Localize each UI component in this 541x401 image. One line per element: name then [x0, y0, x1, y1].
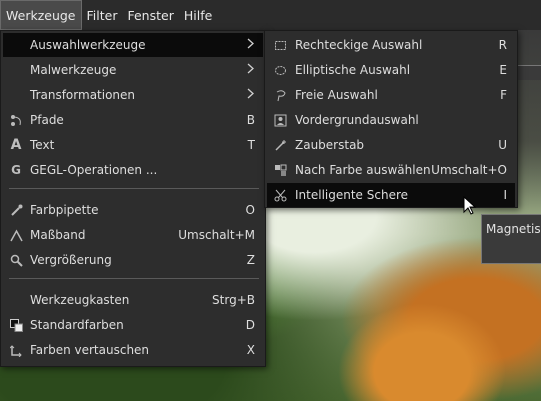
- submenu-item-label: Nach Farbe auswählen: [295, 163, 431, 177]
- werkzeuge-menu: Auswahlwerkzeuge Malwerkzeuge Transforma…: [0, 30, 266, 367]
- shortcut: O: [245, 203, 255, 217]
- default-colors-icon: [9, 318, 23, 332]
- menu-item-label: Vergrößerung: [30, 253, 112, 267]
- auswahlwerkzeuge-submenu: Rechteckige Auswahl R Elliptische Auswah…: [264, 30, 518, 208]
- menu-item-label: Transformationen: [30, 88, 136, 102]
- select-by-color-icon: [273, 163, 287, 177]
- menu-filter[interactable]: Filter: [82, 0, 123, 30]
- menu-item-label: Auswahlwerkzeuge: [30, 38, 146, 52]
- scissors-icon: [273, 188, 287, 202]
- tooltip: Magnetisc: [481, 214, 541, 264]
- gegl-icon: G: [11, 163, 21, 177]
- menu-item-werkzeugkasten[interactable]: Werkzeugkasten Strg+B: [3, 288, 263, 312]
- shortcut: E: [499, 63, 507, 77]
- text-icon: A: [10, 137, 22, 153]
- shortcut: Strg+B: [212, 293, 255, 307]
- menu-item-label: Pfade: [30, 113, 64, 127]
- submenu-item-label: Zauberstab: [295, 138, 365, 152]
- menubar: Werkzeuge Filter Fenster Hilfe: [0, 0, 541, 30]
- menu-item-malwerkzeuge[interactable]: Malwerkzeuge: [3, 58, 263, 82]
- ruler: [517, 65, 541, 80]
- fuzzy-select-icon: [273, 138, 287, 152]
- shortcut: Umschalt+O: [431, 163, 507, 177]
- shortcut: B: [246, 113, 255, 127]
- submenu-item-label: Intelligente Schere: [295, 188, 408, 202]
- submenu-item-label: Elliptische Auswahl: [295, 63, 411, 77]
- shortcut: Z: [246, 253, 255, 267]
- submenu-item-elliptische-auswahl[interactable]: Elliptische Auswahl E: [267, 58, 515, 82]
- submenu-item-label: Vordergrundauswahl: [295, 113, 419, 127]
- menu-item-label: GEGL-Operationen ...: [30, 163, 158, 177]
- menu-item-farbpipette[interactable]: Farbpipette O: [3, 198, 263, 222]
- measure-icon: [9, 228, 23, 242]
- shortcut: R: [498, 38, 507, 52]
- menu-item-gegl[interactable]: G GEGL-Operationen ...: [3, 158, 263, 182]
- submenu-item-freie-auswahl[interactable]: Freie Auswahl F: [267, 83, 515, 107]
- menu-item-massband[interactable]: Maßband Umschalt+M: [3, 223, 263, 247]
- free-select-icon: [273, 88, 287, 102]
- shortcut: T: [247, 138, 255, 152]
- menu-werkzeuge[interactable]: Werkzeuge: [0, 0, 82, 30]
- submenu-item-intelligente-schere[interactable]: Intelligente Schere I: [267, 183, 515, 207]
- menu-item-text[interactable]: A Text T: [3, 133, 263, 157]
- menu-fenster[interactable]: Fenster: [122, 0, 178, 30]
- menu-item-label: Standardfarben: [30, 318, 124, 332]
- menu-item-label: Werkzeugkasten: [30, 293, 130, 307]
- swap-colors-icon: [9, 343, 23, 357]
- submenu-arrow-icon: [247, 38, 255, 52]
- submenu-arrow-icon: [247, 63, 255, 77]
- ellipse-select-icon: [273, 63, 287, 77]
- menu-item-label: Farben vertauschen: [30, 343, 150, 357]
- separator: [9, 278, 259, 279]
- submenu-item-nach-farbe-auswaehlen[interactable]: Nach Farbe auswählen Umschalt+O: [267, 158, 515, 182]
- shortcut: X: [246, 343, 255, 357]
- menu-item-transformationen[interactable]: Transformationen: [3, 83, 263, 107]
- menu-item-standardfarben[interactable]: Standardfarben D: [3, 313, 263, 337]
- foreground-select-icon: [273, 113, 287, 127]
- submenu-item-label: Freie Auswahl: [295, 88, 378, 102]
- shortcut: I: [503, 188, 507, 202]
- zoom-icon: [9, 253, 23, 267]
- shortcut: U: [498, 138, 507, 152]
- menu-item-pfade[interactable]: Pfade B: [3, 108, 263, 132]
- submenu-arrow-icon: [247, 88, 255, 102]
- color-picker-icon: [9, 203, 23, 217]
- menu-item-auswahlwerkzeuge[interactable]: Auswahlwerkzeuge: [3, 33, 263, 57]
- paths-icon: [9, 113, 23, 127]
- shortcut: F: [500, 88, 507, 102]
- shortcut: D: [245, 318, 255, 332]
- menu-item-vergroesserung[interactable]: Vergrößerung Z: [3, 248, 263, 272]
- menu-item-label: Text: [30, 138, 55, 152]
- menu-item-label: Farbpipette: [30, 203, 99, 217]
- rect-select-icon: [273, 38, 287, 52]
- menu-item-label: Malwerkzeuge: [30, 63, 117, 77]
- menu-item-farben-vertauschen[interactable]: Farben vertauschen X: [3, 338, 263, 362]
- separator: [9, 188, 259, 189]
- menu-hilfe[interactable]: Hilfe: [179, 0, 217, 30]
- shortcut: Umschalt+M: [178, 228, 255, 242]
- menu-item-label: Maßband: [30, 228, 86, 242]
- submenu-item-vordergrundauswahl[interactable]: Vordergrundauswahl: [267, 108, 515, 132]
- submenu-item-label: Rechteckige Auswahl: [295, 38, 423, 52]
- submenu-item-zauberstab[interactable]: Zauberstab U: [267, 133, 515, 157]
- mouse-cursor-icon: [463, 195, 477, 219]
- submenu-item-rechteckige-auswahl[interactable]: Rechteckige Auswahl R: [267, 33, 515, 57]
